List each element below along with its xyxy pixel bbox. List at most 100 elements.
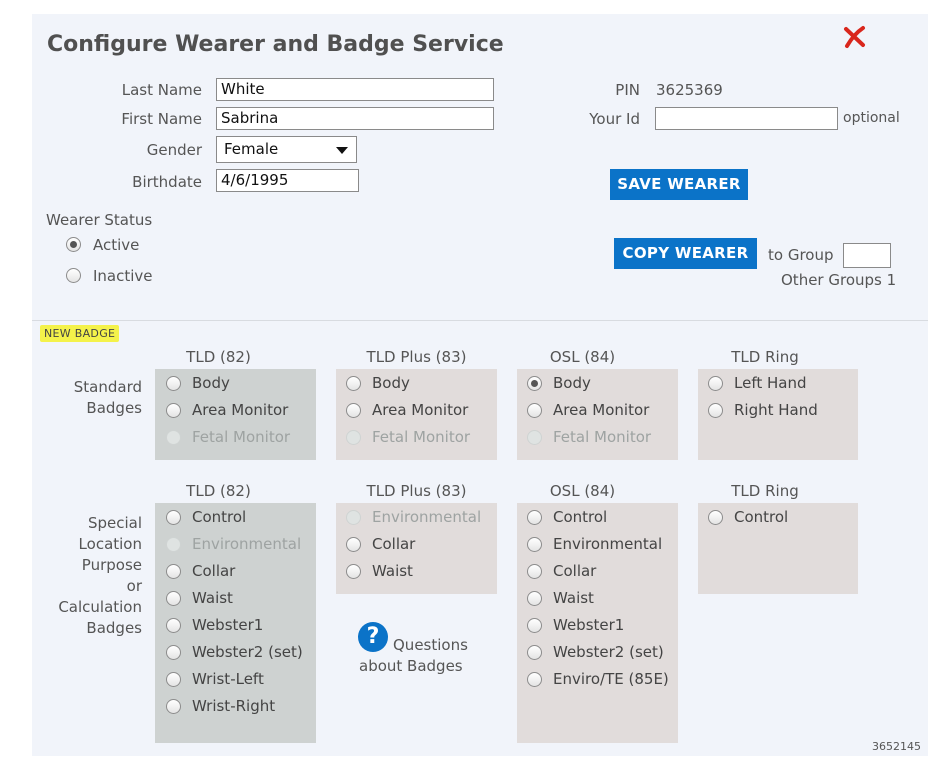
std-osl-body-radio[interactable] xyxy=(527,376,542,391)
sp-tld-wrist-right-label: Wrist-Right xyxy=(192,697,276,715)
sp-tldplus-collar-label: Collar xyxy=(372,535,416,553)
sp-osl-collar-label: Collar xyxy=(553,562,597,580)
to-group-label: to Group xyxy=(768,246,834,264)
first-name-input[interactable]: Sabrina xyxy=(216,107,494,130)
std-osl-area-label: Area Monitor xyxy=(553,401,650,419)
to-group-input[interactable] xyxy=(843,243,891,268)
special-label-2: Location xyxy=(78,535,142,553)
gender-select-value: Female xyxy=(224,140,279,158)
special-label-1: Special xyxy=(87,514,142,532)
sp-osl-webster2-radio[interactable] xyxy=(527,645,542,660)
sp-osl-webster1-radio[interactable] xyxy=(527,618,542,633)
std-ring-left-radio[interactable] xyxy=(708,376,723,391)
special-label-6: Badges xyxy=(86,619,142,637)
std-tldplus-area-label: Area Monitor xyxy=(372,401,469,419)
sp-tldplus-env-label: Environmental xyxy=(372,508,482,526)
footer-id: 3652145 xyxy=(872,740,921,753)
your-id-label: Your Id xyxy=(589,110,640,128)
sp-tld-collar-label: Collar xyxy=(192,562,236,580)
std-tldplus-area-radio[interactable] xyxy=(346,403,361,418)
sp-osl-control-radio[interactable] xyxy=(527,510,542,525)
special-col-header-tld: TLD (82) xyxy=(186,482,251,500)
std-osl-fetal-label: Fetal Monitor xyxy=(553,428,652,446)
first-name-label: First Name xyxy=(121,110,202,128)
sp-tld-wrist-right-radio[interactable] xyxy=(166,699,181,714)
col-header-osl: OSL (84) xyxy=(549,348,616,366)
sp-osl-waist-radio[interactable] xyxy=(527,591,542,606)
sp-osl-webster1-label: Webster1 xyxy=(553,616,625,634)
help-text-line2[interactable]: about Badges xyxy=(359,657,463,675)
sp-tldplus-collar-radio[interactable] xyxy=(346,537,361,552)
sp-tld-webster2-radio[interactable] xyxy=(166,645,181,660)
sp-tld-env-label: Environmental xyxy=(192,535,302,553)
std-tldplus-fetal-radio xyxy=(346,430,361,445)
special-col-header-tldplus: TLD Plus (83) xyxy=(366,482,467,500)
sp-tld-wrist-left-radio[interactable] xyxy=(166,672,181,687)
sp-osl-waist-label: Waist xyxy=(553,589,594,607)
question-mark-icon[interactable]: ? xyxy=(358,622,388,652)
col-header-tld: TLD (82) xyxy=(186,348,251,366)
std-tldplus-body-label: Body xyxy=(372,374,410,392)
standard-badges-label-2: Badges xyxy=(86,399,142,417)
special-label-4: or xyxy=(126,577,142,595)
std-tld-area-label: Area Monitor xyxy=(192,401,289,419)
sp-tld-waist-radio[interactable] xyxy=(166,591,181,606)
std-tld-fetal-label: Fetal Monitor xyxy=(192,428,291,446)
sp-tldplus-waist-radio[interactable] xyxy=(346,564,361,579)
special-label-5: Calculation xyxy=(58,598,142,616)
birthdate-input[interactable]: 4/6/1995 xyxy=(216,169,359,192)
copy-wearer-button[interactable]: COPY WEARER xyxy=(614,238,757,269)
your-id-input[interactable] xyxy=(655,107,838,130)
pin-label: PIN xyxy=(615,81,640,99)
sp-osl-webster2-label: Webster2 (set) xyxy=(553,643,664,661)
sp-osl-control-label: Control xyxy=(553,508,608,526)
sp-tld-control-radio[interactable] xyxy=(166,510,181,525)
special-col-header-ring: TLD Ring xyxy=(731,482,799,500)
status-inactive-label: Inactive xyxy=(93,267,153,285)
std-tld-area-radio[interactable] xyxy=(166,403,181,418)
standard-badges-label-1: Standard xyxy=(73,378,142,396)
sp-tldplus-env-radio xyxy=(346,510,361,525)
sp-tld-webster1-radio[interactable] xyxy=(166,618,181,633)
sp-tld-wrist-left-label: Wrist-Left xyxy=(192,670,264,688)
sp-osl-envirote-radio[interactable] xyxy=(527,672,542,687)
std-osl-area-radio[interactable] xyxy=(527,403,542,418)
sp-tld-webster2-label: Webster2 (set) xyxy=(192,643,303,661)
gender-label: Gender xyxy=(146,141,202,159)
dialog-title: Configure Wearer and Badge Service xyxy=(47,32,504,57)
col-header-ring: TLD Ring xyxy=(731,348,799,366)
last-name-input[interactable]: White xyxy=(216,78,494,101)
sp-tld-env-radio xyxy=(166,537,181,552)
std-ring-left-label: Left Hand xyxy=(734,374,807,392)
save-wearer-button[interactable]: SAVE WEARER xyxy=(610,169,748,200)
std-ring-right-radio[interactable] xyxy=(708,403,723,418)
pin-value: 3625369 xyxy=(656,81,723,99)
sp-tld-collar-radio[interactable] xyxy=(166,564,181,579)
other-groups-label: Other Groups 1 xyxy=(781,271,897,289)
special-label-3: Purpose xyxy=(81,556,142,574)
status-inactive-radio[interactable] xyxy=(66,268,81,283)
std-ring-right-label: Right Hand xyxy=(734,401,818,419)
help-text-line1[interactable]: Questions xyxy=(393,636,468,654)
wearer-status-label: Wearer Status xyxy=(46,211,153,229)
std-tldplus-fetal-label: Fetal Monitor xyxy=(372,428,471,446)
std-osl-body-label: Body xyxy=(553,374,591,392)
std-osl-fetal-radio xyxy=(527,430,542,445)
optional-label: optional xyxy=(843,110,900,126)
sp-tld-webster1-label: Webster1 xyxy=(192,616,264,634)
sp-osl-envirote-label: Enviro/TE (85E) xyxy=(553,670,669,688)
sp-ring-control-radio[interactable] xyxy=(708,510,723,525)
std-tld-body-radio[interactable] xyxy=(166,376,181,391)
chevron-down-icon xyxy=(336,147,348,154)
std-tldplus-body-radio[interactable] xyxy=(346,376,361,391)
sp-tld-control-label: Control xyxy=(192,508,247,526)
sp-osl-collar-radio[interactable] xyxy=(527,564,542,579)
special-col-header-osl: OSL (84) xyxy=(549,482,616,500)
gender-select[interactable]: Female xyxy=(216,136,357,163)
close-icon[interactable] xyxy=(842,24,868,50)
section-divider xyxy=(32,320,928,321)
sp-osl-env-radio[interactable] xyxy=(527,537,542,552)
status-active-radio[interactable] xyxy=(66,237,81,252)
sp-osl-env-label: Environmental xyxy=(553,535,663,553)
sp-ring-control-label: Control xyxy=(734,508,789,526)
